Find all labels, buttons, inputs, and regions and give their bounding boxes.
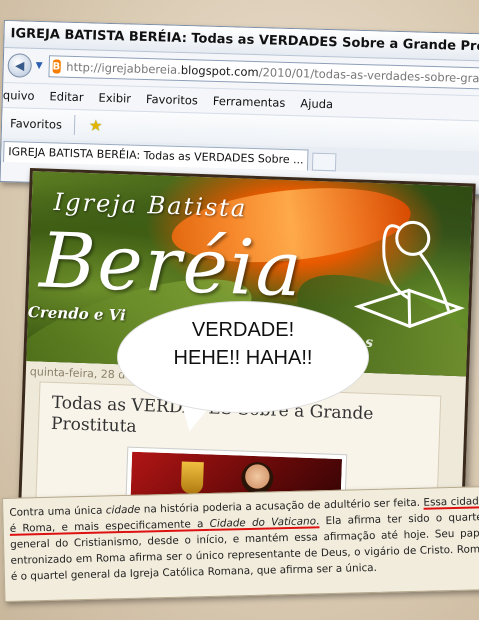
text-excerpt: Contra uma única cidade na história pode… [2,486,479,602]
url-prefix: http://igrejabbereia. [66,59,182,77]
woman-portrait-graphic [240,461,274,495]
excerpt-emphasis-vaticano: Cidade do Vaticano [209,515,317,530]
golden-chalice-graphic [180,461,204,495]
favorites-button[interactable]: Favoritos [10,116,62,131]
menu-tools[interactable]: Ferramentas [213,94,286,110]
url-path: /2010/01/todas-as-verdades-sobre-grande.… [258,65,479,87]
history-dropdown-icon[interactable]: ▼ [36,61,43,71]
toolbar-divider [73,114,76,136]
excerpt-part-1: Contra uma única [9,504,106,519]
blogger-icon: B [52,59,61,74]
bubble-line-2: HEHE!! HAHA!! [173,347,313,369]
menu-file[interactable]: quivo [3,88,35,103]
menu-favorites[interactable]: Favoritos [146,92,198,107]
new-tab-button[interactable] [312,152,337,172]
menu-edit[interactable]: Editar [49,89,83,104]
menu-help[interactable]: Ajuda [300,96,333,111]
excerpt-emphasis-cidade: cidade [105,503,141,517]
blog-title: Beréia [38,215,305,314]
speech-bubble: VERDADE! HEHE!! HAHA!! [118,302,368,412]
add-favorite-star-icon[interactable]: ★ [89,116,103,134]
back-arrow-icon: ◀ [14,58,25,73]
tab-active[interactable]: IGREJA BATISTA BERÉIA: Todas as VERDADES… [3,141,309,171]
url-domain: blogspot.com [180,62,259,80]
bubble-line-1: VERDADE! [191,319,295,341]
blog-tagline: Crendo e Vi [27,303,127,325]
back-button[interactable]: ◀ [7,53,33,78]
menu-view[interactable]: Exibir [98,91,131,106]
